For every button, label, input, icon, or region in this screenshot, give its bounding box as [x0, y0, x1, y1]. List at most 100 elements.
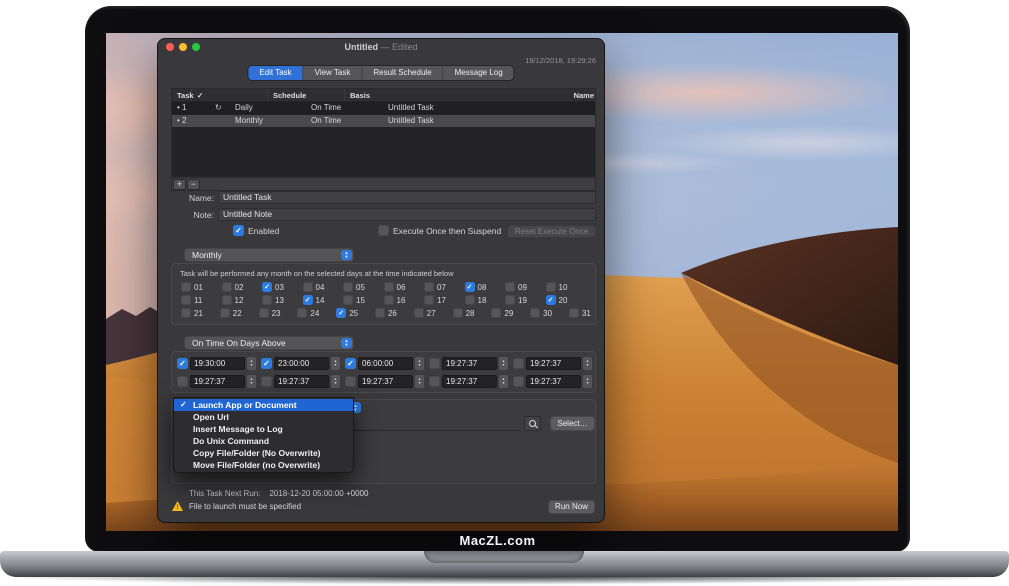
- day-checkbox-group[interactable]: 19: [505, 295, 546, 305]
- time-stepper[interactable]: ▲▼: [583, 375, 592, 388]
- time-control[interactable]: 23:00:00 ▲▼: [261, 357, 345, 370]
- time-control[interactable]: 19:27:37 ▲▼: [261, 375, 345, 388]
- name-field[interactable]: Untitled Task: [218, 191, 596, 204]
- day-checkbox-group[interactable]: 23: [259, 308, 298, 318]
- day-checkbox[interactable]: [424, 295, 434, 305]
- time-field[interactable]: 19:27:37: [190, 375, 245, 388]
- time-checkbox[interactable]: [177, 376, 188, 387]
- day-checkbox-group[interactable]: 03: [262, 282, 303, 292]
- execute-once-checkbox-group[interactable]: Execute Once then Suspend: [378, 225, 501, 236]
- time-stepper[interactable]: ▲▼: [499, 357, 508, 370]
- time-field[interactable]: 19:27:37: [526, 375, 581, 388]
- task-table[interactable]: Task✓ScheduleBasisName • 1 ↻ Daily On Ti…: [171, 88, 596, 177]
- day-checkbox[interactable]: [303, 282, 313, 292]
- basis-dropdown[interactable]: On Time On Days Above ▲▼: [184, 336, 354, 350]
- time-field[interactable]: 06:00:00: [358, 357, 413, 370]
- day-checkbox-group[interactable]: 12: [222, 295, 263, 305]
- reset-execute-once-button[interactable]: Reset Execute Once: [507, 225, 596, 238]
- search-button[interactable]: [524, 416, 541, 431]
- time-field[interactable]: 19:27:37: [358, 375, 413, 388]
- column-header[interactable]: Schedule: [268, 89, 345, 101]
- day-checkbox-group[interactable]: 13: [262, 295, 303, 305]
- time-stepper[interactable]: ▲▼: [583, 357, 592, 370]
- run-now-button[interactable]: Run Now: [548, 500, 595, 514]
- time-checkbox[interactable]: [429, 358, 440, 369]
- execute-once-checkbox[interactable]: [378, 225, 389, 236]
- time-field[interactable]: 19:27:37: [526, 357, 581, 370]
- day-checkbox[interactable]: [505, 282, 515, 292]
- day-checkbox[interactable]: [343, 295, 353, 305]
- day-checkbox-group[interactable]: 21: [181, 308, 220, 318]
- time-stepper[interactable]: ▲▼: [415, 375, 424, 388]
- frequency-dropdown[interactable]: Monthly ▲▼: [184, 248, 354, 262]
- time-field[interactable]: 23:00:00: [274, 357, 329, 370]
- time-checkbox[interactable]: [261, 376, 272, 387]
- day-checkbox-group[interactable]: 07: [424, 282, 465, 292]
- time-checkbox[interactable]: [261, 358, 272, 369]
- time-stepper[interactable]: ▲▼: [247, 357, 256, 370]
- day-checkbox[interactable]: [546, 282, 556, 292]
- enabled-checkbox[interactable]: [233, 225, 244, 236]
- enabled-checkbox-group[interactable]: Enabled: [233, 225, 279, 236]
- tab[interactable]: Edit Task: [248, 66, 303, 80]
- day-checkbox[interactable]: [259, 308, 269, 318]
- column-header[interactable]: ✓: [192, 89, 268, 101]
- time-stepper[interactable]: ▲▼: [331, 357, 340, 370]
- day-checkbox[interactable]: [424, 282, 434, 292]
- day-checkbox[interactable]: [262, 295, 272, 305]
- menu-item[interactable]: ✓ Move File/Folder (no Overwrite): [174, 459, 353, 471]
- day-checkbox-group[interactable]: 10: [546, 282, 587, 292]
- tab[interactable]: Message Log: [444, 66, 514, 80]
- day-checkbox-group[interactable]: 09: [505, 282, 546, 292]
- time-field[interactable]: 19:30:00: [190, 357, 245, 370]
- menu-item[interactable]: ✓ Copy File/Folder (No Overwrite): [174, 447, 353, 459]
- time-stepper[interactable]: ▲▼: [247, 375, 256, 388]
- day-checkbox-group[interactable]: 04: [303, 282, 344, 292]
- day-checkbox[interactable]: [222, 282, 232, 292]
- column-header[interactable]: Basis: [345, 89, 569, 101]
- day-checkbox-group[interactable]: 30: [530, 308, 569, 318]
- time-control[interactable]: 19:27:37 ▲▼: [345, 375, 429, 388]
- day-checkbox-group[interactable]: 14: [303, 295, 344, 305]
- column-header[interactable]: Task: [172, 89, 192, 101]
- day-checkbox[interactable]: [384, 295, 394, 305]
- day-checkbox-group[interactable]: 11: [181, 295, 222, 305]
- day-checkbox-group[interactable]: 24: [297, 308, 336, 318]
- time-control[interactable]: 06:00:00 ▲▼: [345, 357, 429, 370]
- day-checkbox[interactable]: [375, 308, 385, 318]
- time-field[interactable]: 19:27:37: [442, 375, 497, 388]
- day-checkbox-group[interactable]: 28: [453, 308, 492, 318]
- day-checkbox[interactable]: [491, 308, 501, 318]
- tab[interactable]: View Task: [304, 66, 363, 80]
- time-checkbox[interactable]: [429, 376, 440, 387]
- day-checkbox[interactable]: [220, 308, 230, 318]
- select-file-button[interactable]: Select…: [550, 416, 595, 431]
- time-checkbox[interactable]: [345, 376, 356, 387]
- day-checkbox[interactable]: [465, 295, 475, 305]
- day-checkbox-group[interactable]: 20: [546, 295, 587, 305]
- menu-item[interactable]: ✓ Do Unix Command: [174, 435, 353, 447]
- menu-item[interactable]: ✓ Launch App or Document: [174, 399, 353, 411]
- day-checkbox-group[interactable]: 15: [343, 295, 384, 305]
- time-stepper[interactable]: ▲▼: [331, 375, 340, 388]
- time-field[interactable]: 19:27:37: [274, 375, 329, 388]
- day-checkbox[interactable]: [569, 308, 579, 318]
- day-checkbox-group[interactable]: 27: [414, 308, 453, 318]
- time-control[interactable]: 19:27:37 ▲▼: [513, 375, 597, 388]
- table-row[interactable]: • 1 ↻ Daily On Time Untitled Task: [172, 102, 595, 115]
- day-checkbox[interactable]: [181, 308, 191, 318]
- note-field[interactable]: Untitled Note: [218, 208, 596, 221]
- time-checkbox[interactable]: [513, 376, 524, 387]
- day-checkbox[interactable]: [453, 308, 463, 318]
- time-control[interactable]: 19:27:37 ▲▼: [429, 375, 513, 388]
- menu-item[interactable]: ✓ Insert Message to Log: [174, 423, 353, 435]
- day-checkbox[interactable]: [181, 282, 191, 292]
- time-stepper[interactable]: ▲▼: [499, 375, 508, 388]
- day-checkbox-group[interactable]: 08: [465, 282, 506, 292]
- day-checkbox[interactable]: [222, 295, 232, 305]
- day-checkbox[interactable]: [465, 282, 475, 292]
- day-checkbox[interactable]: [546, 295, 556, 305]
- add-task-button[interactable]: +: [173, 179, 186, 190]
- day-checkbox-group[interactable]: 18: [465, 295, 506, 305]
- time-control[interactable]: 19:27:37 ▲▼: [513, 357, 597, 370]
